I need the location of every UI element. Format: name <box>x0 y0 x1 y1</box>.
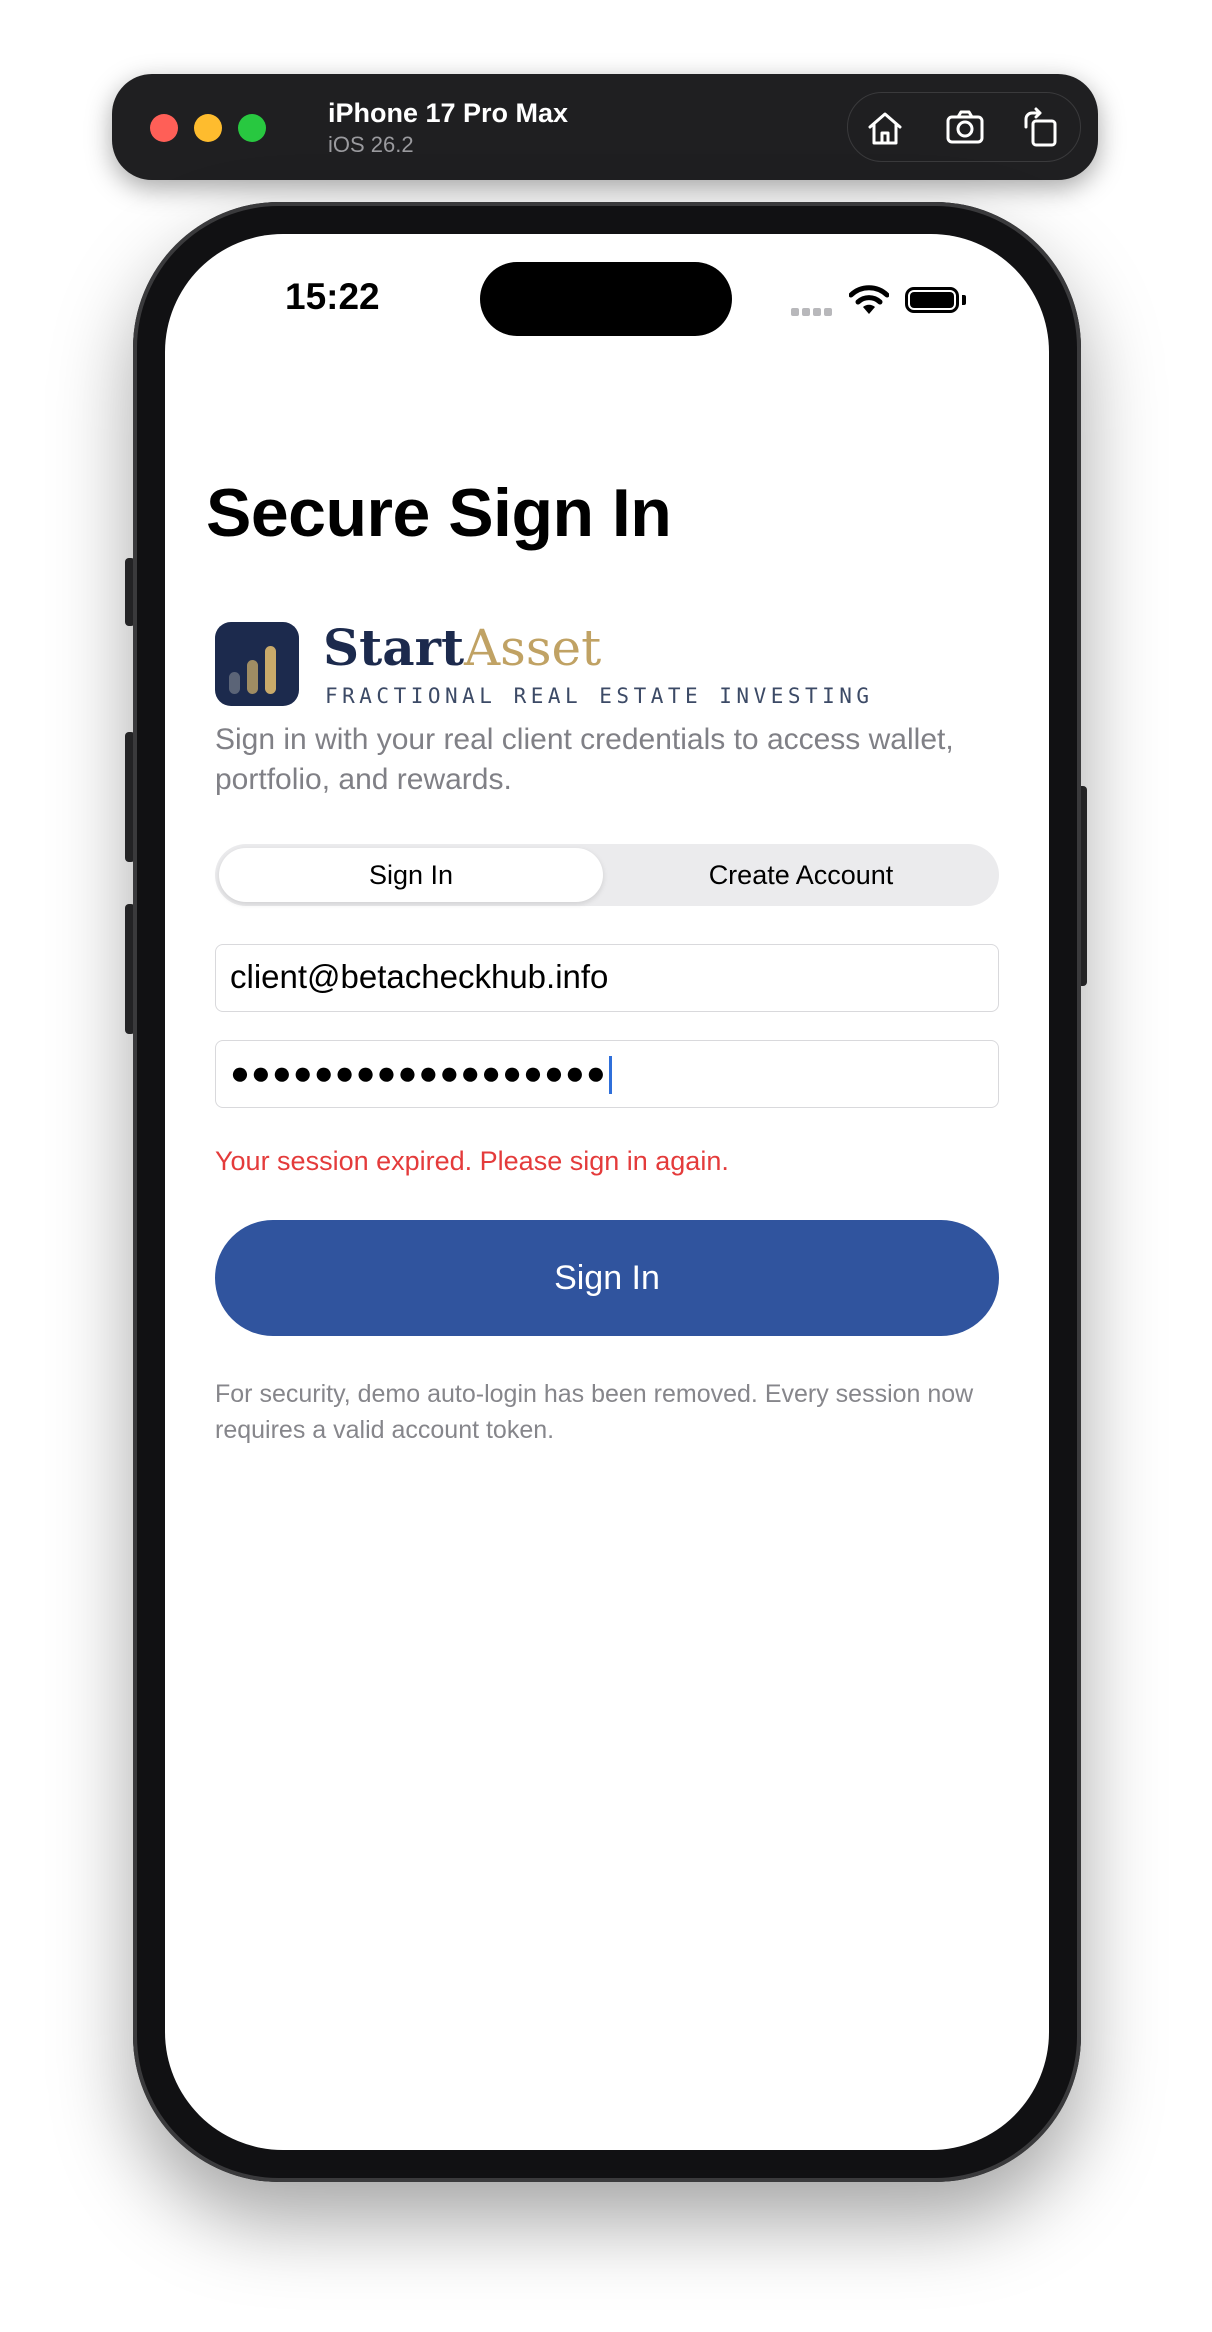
device-name: iPhone 17 Pro Max <box>328 98 569 128</box>
simulator-toolbar: iPhone 17 Pro Max iOS 26.2 <box>112 74 1098 180</box>
segment-sign-in[interactable]: Sign In <box>219 848 603 902</box>
sign-in-button[interactable]: Sign In <box>215 1220 999 1336</box>
os-version: iOS 26.2 <box>328 132 414 157</box>
phone-frame: 15:22 Secure Sign In StartAsset FRACTION… <box>133 202 1081 2182</box>
dynamic-island <box>480 262 732 336</box>
intro-text: Sign in with your real client credential… <box>215 723 954 796</box>
zoom-window-button[interactable] <box>238 114 266 142</box>
password-field[interactable]: ●●●●●●●●●●●●●●●●●● <box>215 1040 999 1108</box>
segment-create-account[interactable]: Create Account <box>607 848 995 902</box>
home-icon[interactable] <box>864 107 906 149</box>
brand-name-start: Start <box>323 618 465 677</box>
startasset-logo-icon <box>215 622 299 706</box>
close-window-button[interactable] <box>150 114 178 142</box>
email-field[interactable]: client@betacheckhub.info <box>215 944 999 1012</box>
simulator-actions <box>847 92 1081 162</box>
password-mask: ●●●●●●●●●●●●●●●●●● <box>230 1054 607 1091</box>
status-time: 15:22 <box>285 276 380 317</box>
text-cursor <box>608 1056 612 1095</box>
battery-icon <box>905 287 959 313</box>
cellular-signal-icon <box>791 303 835 321</box>
security-footnote: For security, demo auto-login has been r… <box>215 1380 974 1444</box>
brand-tagline: FRACTIONAL REAL ESTATE INVESTING <box>325 684 874 708</box>
brand-name-asset: Asset <box>464 619 602 677</box>
auth-mode-segmented-control: Sign In Create Account <box>215 844 999 906</box>
screenshot-icon[interactable] <box>944 107 986 149</box>
brand-name: StartAsset <box>323 618 601 677</box>
minimize-window-button[interactable] <box>194 114 222 142</box>
page-title: Secure Sign In <box>206 475 672 551</box>
rotate-icon[interactable] <box>1020 107 1062 149</box>
phone-screen: 15:22 Secure Sign In StartAsset FRACTION… <box>165 234 1049 2150</box>
error-message: Your session expired. Please sign in aga… <box>215 1146 729 1176</box>
wifi-icon <box>849 285 889 314</box>
